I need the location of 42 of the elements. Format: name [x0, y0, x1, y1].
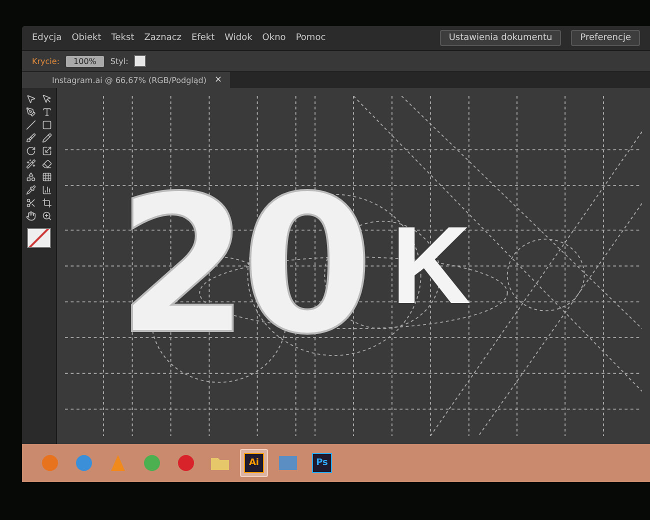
document-tab[interactable]: Instagram.ai @ 66,67% (RGB/Podgląd) ×	[22, 72, 230, 88]
tool-icon[interactable]	[42, 146, 52, 156]
tool-icon[interactable]	[42, 107, 52, 117]
tab-title: Instagram.ai @ 66,67% (RGB/Podgląd)	[52, 76, 206, 84]
opacity-field[interactable]: 100%	[66, 56, 104, 66]
tool-icon[interactable]	[26, 159, 36, 169]
tool-icon[interactable]	[42, 198, 52, 208]
tool-icon[interactable]	[42, 120, 52, 130]
tool-icon[interactable]	[26, 198, 36, 208]
menu-item[interactable]: Edycja	[32, 33, 62, 43]
menu-item[interactable]: Pomoc	[296, 33, 326, 43]
menu-item[interactable]: Obiekt	[72, 33, 102, 43]
toolbar-button[interactable]: Ustawienia dokumentu	[440, 30, 562, 46]
menu-item[interactable]: Efekt	[192, 33, 215, 43]
taskbar-button[interactable]: Ps	[308, 449, 336, 477]
tool-icon[interactable]	[26, 146, 36, 156]
tool-icon[interactable]	[42, 133, 52, 143]
tool-icon[interactable]	[42, 94, 52, 104]
taskbar-button[interactable]: Ai	[240, 449, 268, 477]
tool-icon[interactable]	[26, 107, 36, 117]
style-label: Styl:	[110, 56, 128, 66]
opacity-label: Krycie:	[32, 56, 60, 66]
fill-stroke-swatch[interactable]	[27, 228, 51, 248]
tool-icon[interactable]	[42, 211, 52, 221]
tool-icon[interactable]	[42, 185, 52, 195]
app-icon: Ai	[244, 453, 264, 473]
tool-icon[interactable]	[26, 133, 36, 143]
tool-icon[interactable]	[26, 172, 36, 182]
menu-item[interactable]: Zaznacz	[144, 33, 182, 43]
tool-icon[interactable]	[42, 172, 52, 182]
menu-item[interactable]: Widok	[224, 33, 252, 43]
menu-item[interactable]: Tekst	[111, 33, 134, 43]
toolbar-button[interactable]: Preferencje	[571, 30, 640, 46]
tool-icon[interactable]	[26, 211, 36, 221]
close-icon[interactable]: ×	[214, 75, 222, 85]
tool-icon[interactable]	[26, 120, 36, 130]
menu-item[interactable]: Okno	[262, 33, 286, 43]
style-swatch[interactable]	[134, 55, 146, 67]
app-icon: Ps	[312, 453, 332, 473]
tool-icon[interactable]	[42, 159, 52, 169]
tool-icon[interactable]	[26, 185, 36, 195]
tool-icon[interactable]	[26, 94, 36, 104]
